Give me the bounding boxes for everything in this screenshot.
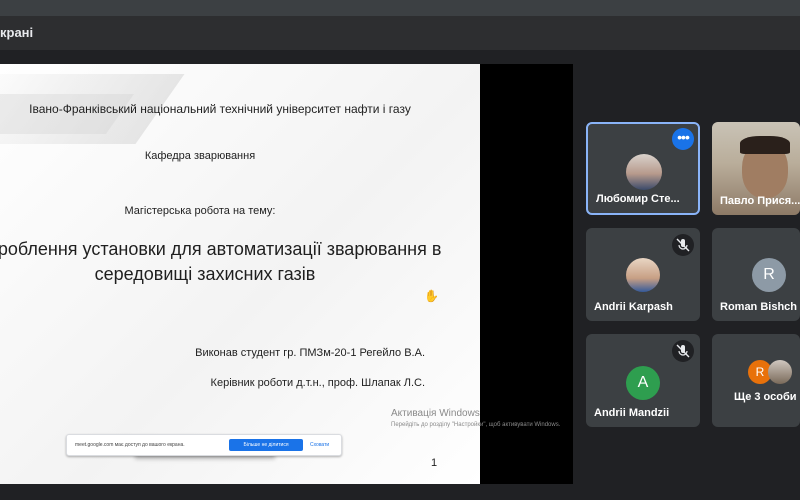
screen-share-notification: meet.google.com має доступ до вашого екр… [66, 434, 342, 456]
participant-tile[interactable]: R Roman Bishch [712, 228, 800, 321]
top-strip [0, 0, 800, 16]
more-participants-tile[interactable]: R Ще 3 особи [712, 334, 800, 427]
slide-supervisor: Керівник роботи д.т.н., проф. Шлапак Л.С… [210, 377, 425, 389]
slide-thesis-label: Магістерська робота на тему: [124, 205, 276, 217]
participant-name: Andrii Mandzii [594, 407, 670, 419]
slide-university: Івано-Франківський національний технічни… [29, 102, 411, 116]
participant-tile[interactable]: A Andrii Mandzii [586, 334, 700, 427]
activation-description: Перейдіть до розділу "Настройки", щоб ак… [391, 422, 561, 428]
slide-department: Кафедра зварювання [144, 150, 256, 162]
stop-sharing-button[interactable]: Більше не ділитися [229, 439, 303, 451]
participant-name: Roman Bishch [720, 301, 798, 313]
mic-off-icon [672, 234, 694, 256]
presentation-stage: Івано-Франківський національний технічни… [0, 64, 573, 484]
hand-cursor-icon: ✋ [424, 289, 439, 303]
participant-avatar: A [626, 366, 660, 400]
slide-page-number: 1 [431, 457, 438, 469]
participant-photo [626, 154, 662, 190]
mic-off-icon [672, 340, 694, 362]
slide-author: Виконав студент гр. ПМЗм-20-1 Регейло В.… [195, 347, 425, 359]
participant-name: Любомир Сте... [596, 193, 680, 205]
more-options-icon[interactable]: ••• [672, 128, 694, 150]
participant-hair [740, 136, 790, 154]
slide-thesis-title: Розроблення установки для автоматизації … [0, 239, 442, 284]
participant-tile[interactable]: Павло Прися... [712, 122, 800, 215]
participant-name: Ще 3 особи [734, 391, 797, 403]
participant-name: Andrii Karpash [594, 301, 673, 313]
activation-title: Активація Windows [391, 408, 480, 419]
windows-activation-watermark: Активація Windows Перейдіть до розділу "… [391, 408, 571, 429]
participant-tile[interactable]: ••• Любомир Сте... [586, 122, 700, 215]
participant-photo [768, 360, 792, 384]
share-message: meet.google.com має доступ до вашого екр… [75, 442, 185, 448]
window-title: крані [0, 25, 34, 40]
window-title-bar: крані [0, 16, 800, 50]
participant-avatar: R [752, 258, 786, 292]
hide-notification-button[interactable]: Сховати [310, 439, 329, 451]
participant-photo [626, 258, 660, 292]
participant-name: Павло Прися... [720, 195, 800, 207]
participant-tile[interactable]: Andrii Karpash [586, 228, 700, 321]
